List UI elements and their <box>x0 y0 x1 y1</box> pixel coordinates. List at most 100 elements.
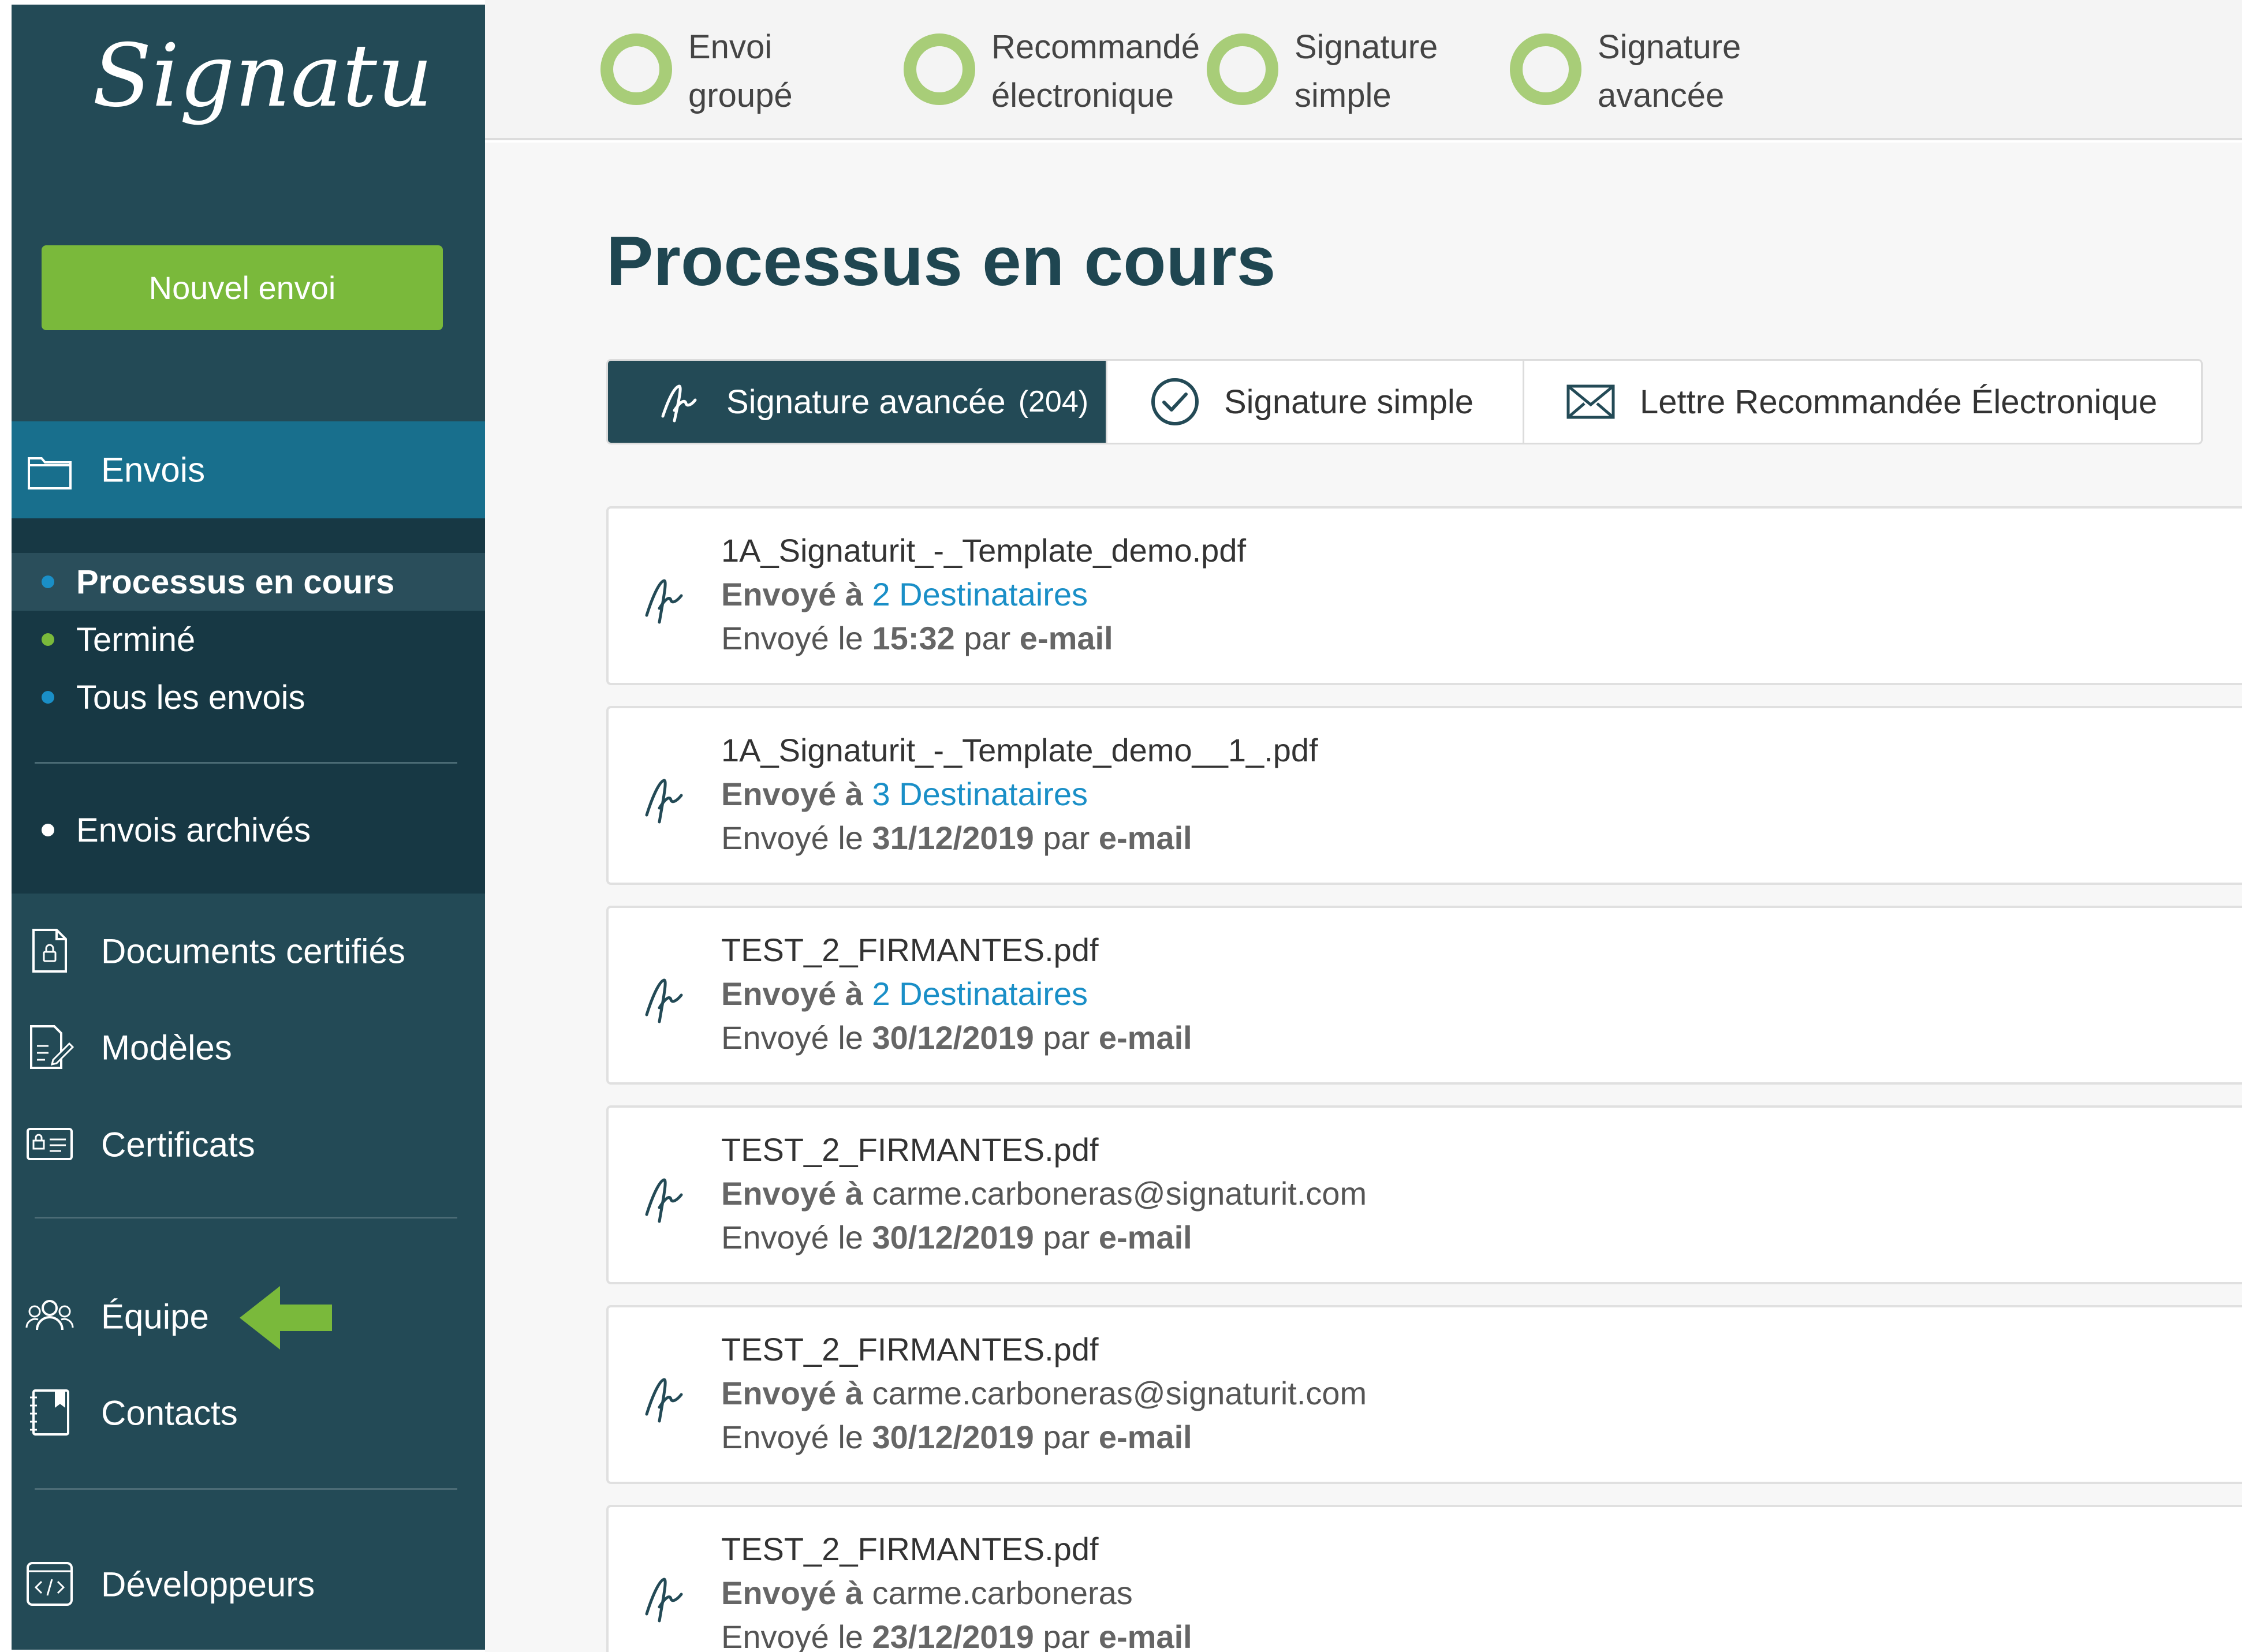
new-send-button[interactable]: Nouvel envoi <box>42 245 443 330</box>
process-card[interactable]: TEST_2_FIRMANTES.pdf Envoyé à carme.carbo… <box>606 1505 2242 1652</box>
by-label: par <box>1043 820 1090 856</box>
sidebar-subitem-termine[interactable]: Terminé <box>12 611 485 668</box>
step-label-line2: simple <box>1295 77 1392 114</box>
sidebar-item-label: Certificats <box>101 1125 255 1164</box>
sidebar-item-contacts[interactable]: Contacts <box>12 1376 485 1451</box>
arrow-left-icon <box>240 1286 332 1350</box>
channel-value: e-mail <box>1098 1019 1192 1056</box>
sent-date: 23/12/2019 <box>872 1619 1034 1652</box>
recipients-value[interactable]: 2 Destinataires <box>872 975 1088 1012</box>
sent-on-label: Envoyé le <box>721 1619 863 1652</box>
file-name[interactable]: TEST_2_FIRMANTES.pdf <box>721 928 1192 972</box>
process-card-text: TEST_2_FIRMANTES.pdf Envoyé à carme.carbo… <box>721 1128 1367 1259</box>
signature-icon <box>645 1378 683 1423</box>
sidebar-item-documents-certifies[interactable]: Documents certifiés <box>12 914 485 989</box>
sent-date: 31/12/2019 <box>872 820 1034 856</box>
sent-to-label: Envoyé à <box>721 1575 863 1611</box>
main-content: Processus en cours Signature avancée (20… <box>485 143 2242 1652</box>
tab-count-badge: (204) <box>1018 385 1089 418</box>
file-name[interactable]: TEST_2_FIRMANTES.pdf <box>721 1527 1192 1571</box>
sent-date-line: Envoyé le 15:32 par e-mail <box>721 616 1246 660</box>
sent-to-label: Envoyé à <box>721 776 863 812</box>
sidebar: Signaturit Nouvel envoi Envois Processus… <box>12 5 485 1650</box>
signature-icon <box>661 384 697 423</box>
recipients-line: Envoyé à carme.carboneras@signaturit.com <box>721 1371 1367 1415</box>
process-card[interactable]: 1A_Signaturit_-_Template_demo.pdf Envoyé … <box>606 506 2242 685</box>
code-icon <box>27 1562 73 1606</box>
sidebar-item-developpeurs[interactable]: Développeurs <box>12 1547 485 1622</box>
sidebar-item-certificats[interactable]: Certificats <box>12 1107 485 1182</box>
envelope-icon <box>1566 384 1615 419</box>
folder-icon <box>28 457 72 489</box>
tab-signature-simple[interactable]: Signature simple <box>1107 361 1524 443</box>
process-card-text: 1A_Signaturit_-_Template_demo__1_.pdf Env… <box>721 728 1318 860</box>
tab-signature-avancee[interactable]: Signature avancée (204) <box>608 361 1107 443</box>
sidebar-subitem-tous-les-envois[interactable]: Tous les envois <box>12 668 485 726</box>
sent-date-line: Envoyé le 30/12/2019 par e-mail <box>721 1216 1367 1259</box>
tab-lettre-recommandee[interactable]: Lettre Recommandée Électronique <box>1524 361 2201 443</box>
status-dot <box>42 575 54 588</box>
channel-value: e-mail <box>1019 620 1113 656</box>
check-circle-icon <box>1151 378 1199 425</box>
file-name[interactable]: 1A_Signaturit_-_Template_demo__1_.pdf <box>721 728 1318 772</box>
process-card-text: 1A_Signaturit_-_Template_demo.pdf Envoyé … <box>721 529 1246 660</box>
certified-document-icon <box>32 929 67 973</box>
signature-type-tabs: Signature avancée (204) Signature simple… <box>606 359 2203 444</box>
step-label-line2: groupé <box>688 77 793 114</box>
signature-icon <box>645 779 683 824</box>
sent-date: 30/12/2019 <box>872 1419 1034 1455</box>
envois-submenu: Processus en cours Terminé Tous les envo… <box>12 518 485 894</box>
file-name[interactable]: 1A_Signaturit_-_Template_demo.pdf <box>721 529 1246 573</box>
status-dot <box>42 691 54 704</box>
process-card[interactable]: TEST_2_FIRMANTES.pdf Envoyé à carme.carbo… <box>606 1105 2242 1284</box>
sidebar-item-label: Équipe <box>101 1297 209 1336</box>
status-dot <box>42 633 54 646</box>
file-name[interactable]: TEST_2_FIRMANTES.pdf <box>721 1328 1367 1371</box>
recipients-line: Envoyé à carme.carboneras <box>721 1571 1192 1615</box>
recipients-line: Envoyé à 2 Destinataires <box>721 972 1192 1016</box>
sidebar-subitem-label: Terminé <box>76 621 196 659</box>
status-dot <box>42 824 54 836</box>
sent-to-label: Envoyé à <box>721 1175 863 1212</box>
tab-label: Signature simple <box>1224 383 1473 421</box>
sidebar-item-envois[interactable]: Envois <box>12 421 485 518</box>
sidebar-item-label: Contacts <box>101 1393 238 1433</box>
process-card[interactable]: TEST_2_FIRMANTES.pdf Envoyé à 2 Destinata… <box>606 906 2242 1085</box>
contacts-book-icon <box>30 1389 69 1436</box>
recipients-line: Envoyé à 3 Destinataires <box>721 772 1318 816</box>
recipients-value[interactable]: 2 Destinataires <box>872 576 1088 612</box>
step-label: Signature simple <box>1295 23 1537 120</box>
step-label-line1: Signature <box>1598 28 1741 66</box>
sent-on-label: Envoyé le <box>721 1219 863 1255</box>
step-label: Recommandé électronique <box>991 23 1234 120</box>
process-card[interactable]: TEST_2_FIRMANTES.pdf Envoyé à carme.carbo… <box>606 1305 2242 1484</box>
step-label: Envoi groupé <box>688 23 931 120</box>
by-label: par <box>1043 1019 1090 1056</box>
process-card[interactable]: 1A_Signaturit_-_Template_demo__1_.pdf Env… <box>606 706 2242 885</box>
signature-icon <box>645 1578 683 1623</box>
process-card-text: TEST_2_FIRMANTES.pdf Envoyé à carme.carbo… <box>721 1328 1367 1459</box>
sidebar-item-modeles[interactable]: Modèles <box>12 1010 485 1085</box>
sidebar-subitem-processus-en-cours[interactable]: Processus en cours <box>12 553 485 611</box>
recipients-value: carme.carboneras@signaturit.com <box>872 1175 1367 1212</box>
sidebar-divider <box>35 1488 457 1490</box>
sent-to-label: Envoyé à <box>721 576 863 612</box>
file-name[interactable]: TEST_2_FIRMANTES.pdf <box>721 1128 1367 1172</box>
signature-icon <box>645 1178 683 1223</box>
progress-ring-icon <box>1207 33 1278 105</box>
channel-value: e-mail <box>1098 1419 1192 1455</box>
sent-date: 15:32 <box>872 620 955 656</box>
certificate-card-icon <box>27 1128 73 1160</box>
sidebar-subitem-envois-archives[interactable]: Envois archivés <box>12 801 485 859</box>
step-label-line2: avancée <box>1598 77 1725 114</box>
recipients-value[interactable]: 3 Destinataires <box>872 776 1088 812</box>
sent-date-line: Envoyé le 31/12/2019 par e-mail <box>721 816 1318 860</box>
signaturit-logo[interactable]: Signaturit <box>81 36 427 163</box>
sidebar-divider <box>35 1217 457 1219</box>
progress-ring-icon <box>904 33 975 105</box>
sidebar-item-label: Documents certifiés <box>101 932 405 971</box>
recipients-line: Envoyé à 2 Destinataires <box>721 573 1246 616</box>
sent-date-line: Envoyé le 30/12/2019 par e-mail <box>721 1016 1192 1060</box>
logo-text: Signaturit <box>92 36 427 126</box>
recipients-value: carme.carboneras@signaturit.com <box>872 1375 1367 1411</box>
